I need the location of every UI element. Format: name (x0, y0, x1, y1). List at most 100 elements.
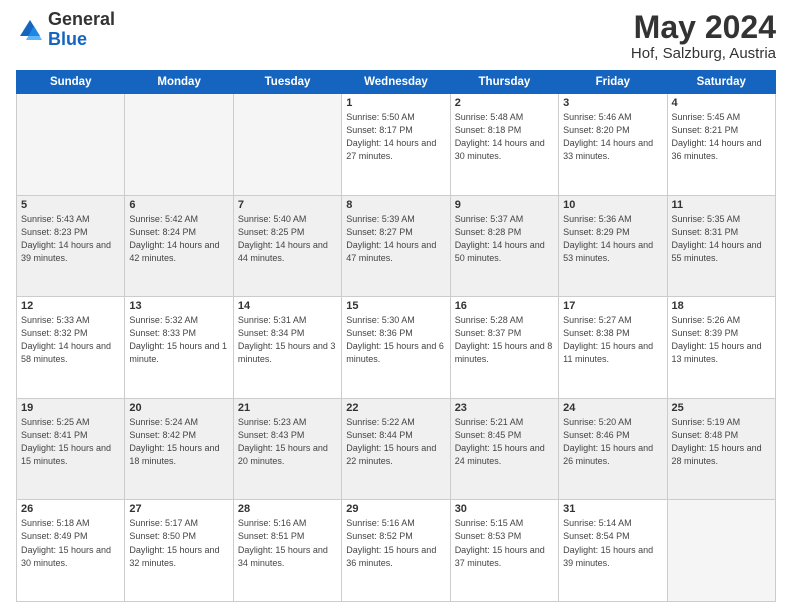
day-info: Sunrise: 5:32 AM Sunset: 8:33 PM Dayligh… (129, 314, 228, 366)
calendar-table: SundayMondayTuesdayWednesdayThursdayFrid… (16, 70, 776, 602)
day-number: 14 (238, 300, 337, 312)
location: Hof, Salzburg, Austria (631, 45, 776, 62)
day-number: 6 (129, 199, 228, 211)
day-number: 11 (672, 199, 771, 211)
day-number: 3 (563, 97, 662, 109)
day-number: 7 (238, 199, 337, 211)
calendar-cell: 14 Sunrise: 5:31 AM Sunset: 8:34 PM Dayli… (233, 297, 341, 399)
logo-blue: Blue (48, 29, 87, 49)
calendar-cell: 22 Sunrise: 5:22 AM Sunset: 8:44 PM Dayli… (342, 398, 450, 500)
calendar-cell: 17 Sunrise: 5:27 AM Sunset: 8:38 PM Dayli… (559, 297, 667, 399)
calendar-cell: 31Sunrise: 5:14 AM Sunset: 8:54 PM Dayli… (559, 500, 667, 602)
day-number: 1 (346, 97, 445, 109)
day-info: Sunrise: 5:16 AM Sunset: 8:52 PM Dayligh… (346, 517, 445, 569)
day-number: 16 (455, 300, 554, 312)
day-number: 30 (455, 503, 554, 515)
calendar-cell: 27 Sunrise: 5:17 AM Sunset: 8:50 PM Dayli… (125, 500, 233, 602)
day-info: Sunrise: 5:35 AM Sunset: 8:31 PM Dayligh… (672, 213, 771, 265)
day-number: 2 (455, 97, 554, 109)
day-number: 21 (238, 402, 337, 414)
day-number: 17 (563, 300, 662, 312)
calendar-week-row: 5Sunrise: 5:43 AM Sunset: 8:23 PM Daylig… (17, 195, 776, 297)
day-number: 27 (129, 503, 228, 515)
calendar-cell: 4Sunrise: 5:45 AM Sunset: 8:21 PM Daylig… (667, 94, 775, 196)
calendar-cell: 29 Sunrise: 5:16 AM Sunset: 8:52 PM Dayli… (342, 500, 450, 602)
day-number: 10 (563, 199, 662, 211)
day-number: 28 (238, 503, 337, 515)
calendar-cell: 16 Sunrise: 5:28 AM Sunset: 8:37 PM Dayli… (450, 297, 558, 399)
day-header-monday: Monday (125, 71, 233, 94)
day-info: Sunrise: 5:46 AM Sunset: 8:20 PM Dayligh… (563, 111, 662, 163)
day-info: Sunrise: 5:36 AM Sunset: 8:29 PM Dayligh… (563, 213, 662, 265)
day-number: 18 (672, 300, 771, 312)
day-info: Sunrise: 5:39 AM Sunset: 8:27 PM Dayligh… (346, 213, 445, 265)
calendar-week-row: 1 Sunrise: 5:50 AM Sunset: 8:17 PM Daylig… (17, 94, 776, 196)
calendar-cell: 6 Sunrise: 5:42 AM Sunset: 8:24 PM Daylig… (125, 195, 233, 297)
day-header-tuesday: Tuesday (233, 71, 341, 94)
day-number: 26 (21, 503, 120, 515)
day-info: Sunrise: 5:48 AM Sunset: 8:18 PM Dayligh… (455, 111, 554, 163)
title-block: May 2024 Hof, Salzburg, Austria (631, 10, 776, 62)
day-info: Sunrise: 5:17 AM Sunset: 8:50 PM Dayligh… (129, 517, 228, 569)
calendar-cell: 12 Sunrise: 5:33 AM Sunset: 8:32 PM Dayli… (17, 297, 125, 399)
month-year: May 2024 (631, 10, 776, 45)
day-info: Sunrise: 5:25 AM Sunset: 8:41 PM Dayligh… (21, 416, 120, 468)
day-info: Sunrise: 5:22 AM Sunset: 8:44 PM Dayligh… (346, 416, 445, 468)
day-info: Sunrise: 5:50 AM Sunset: 8:17 PM Dayligh… (346, 111, 445, 163)
logo-icon (16, 16, 44, 44)
day-info: Sunrise: 5:27 AM Sunset: 8:38 PM Dayligh… (563, 314, 662, 366)
day-info: Sunrise: 5:19 AM Sunset: 8:48 PM Dayligh… (672, 416, 771, 468)
calendar-cell: 3 Sunrise: 5:46 AM Sunset: 8:20 PM Daylig… (559, 94, 667, 196)
day-header-friday: Friday (559, 71, 667, 94)
day-info: Sunrise: 5:24 AM Sunset: 8:42 PM Dayligh… (129, 416, 228, 468)
day-info: Sunrise: 5:33 AM Sunset: 8:32 PM Dayligh… (21, 314, 120, 366)
calendar-week-row: 12 Sunrise: 5:33 AM Sunset: 8:32 PM Dayli… (17, 297, 776, 399)
calendar-cell (17, 94, 125, 196)
day-info: Sunrise: 5:31 AM Sunset: 8:34 PM Dayligh… (238, 314, 337, 366)
logo: General Blue (16, 10, 115, 50)
calendar-cell: 28 Sunrise: 5:16 AM Sunset: 8:51 PM Dayli… (233, 500, 341, 602)
calendar-cell: 5Sunrise: 5:43 AM Sunset: 8:23 PM Daylig… (17, 195, 125, 297)
calendar-cell (125, 94, 233, 196)
day-info: Sunrise: 5:14 AM Sunset: 8:54 PM Dayligh… (563, 517, 662, 569)
calendar-cell: 1 Sunrise: 5:50 AM Sunset: 8:17 PM Daylig… (342, 94, 450, 196)
calendar-cell: 11 Sunrise: 5:35 AM Sunset: 8:31 PM Dayli… (667, 195, 775, 297)
day-info: Sunrise: 5:42 AM Sunset: 8:24 PM Dayligh… (129, 213, 228, 265)
day-number: 29 (346, 503, 445, 515)
logo-general: General (48, 9, 115, 29)
day-number: 20 (129, 402, 228, 414)
day-header-saturday: Saturday (667, 71, 775, 94)
day-number: 23 (455, 402, 554, 414)
calendar-cell: 26Sunrise: 5:18 AM Sunset: 8:49 PM Dayli… (17, 500, 125, 602)
day-number: 24 (563, 402, 662, 414)
day-header-thursday: Thursday (450, 71, 558, 94)
day-header-sunday: Sunday (17, 71, 125, 94)
calendar-header-row: SundayMondayTuesdayWednesdayThursdayFrid… (17, 71, 776, 94)
calendar-cell: 2 Sunrise: 5:48 AM Sunset: 8:18 PM Daylig… (450, 94, 558, 196)
day-number: 12 (21, 300, 120, 312)
calendar-cell: 7 Sunrise: 5:40 AM Sunset: 8:25 PM Daylig… (233, 195, 341, 297)
day-info: Sunrise: 5:43 AM Sunset: 8:23 PM Dayligh… (21, 213, 120, 265)
day-number: 8 (346, 199, 445, 211)
day-number: 22 (346, 402, 445, 414)
calendar-cell (667, 500, 775, 602)
calendar-cell: 9Sunrise: 5:37 AM Sunset: 8:28 PM Daylig… (450, 195, 558, 297)
calendar-week-row: 26Sunrise: 5:18 AM Sunset: 8:49 PM Dayli… (17, 500, 776, 602)
day-info: Sunrise: 5:26 AM Sunset: 8:39 PM Dayligh… (672, 314, 771, 366)
day-number: 25 (672, 402, 771, 414)
day-info: Sunrise: 5:40 AM Sunset: 8:25 PM Dayligh… (238, 213, 337, 265)
calendar-cell: 24 Sunrise: 5:20 AM Sunset: 8:46 PM Dayli… (559, 398, 667, 500)
calendar-cell (233, 94, 341, 196)
calendar-cell: 19 Sunrise: 5:25 AM Sunset: 8:41 PM Dayli… (17, 398, 125, 500)
day-info: Sunrise: 5:30 AM Sunset: 8:36 PM Dayligh… (346, 314, 445, 366)
calendar-cell: 18 Sunrise: 5:26 AM Sunset: 8:39 PM Dayli… (667, 297, 775, 399)
day-info: Sunrise: 5:20 AM Sunset: 8:46 PM Dayligh… (563, 416, 662, 468)
calendar-cell: 8 Sunrise: 5:39 AM Sunset: 8:27 PM Daylig… (342, 195, 450, 297)
day-info: Sunrise: 5:28 AM Sunset: 8:37 PM Dayligh… (455, 314, 554, 366)
calendar-cell: 15Sunrise: 5:30 AM Sunset: 8:36 PM Dayli… (342, 297, 450, 399)
calendar-cell: 10 Sunrise: 5:36 AM Sunset: 8:29 PM Dayli… (559, 195, 667, 297)
day-number: 19 (21, 402, 120, 414)
header: General Blue May 2024 Hof, Salzburg, Aus… (16, 10, 776, 62)
day-number: 9 (455, 199, 554, 211)
day-info: Sunrise: 5:16 AM Sunset: 8:51 PM Dayligh… (238, 517, 337, 569)
